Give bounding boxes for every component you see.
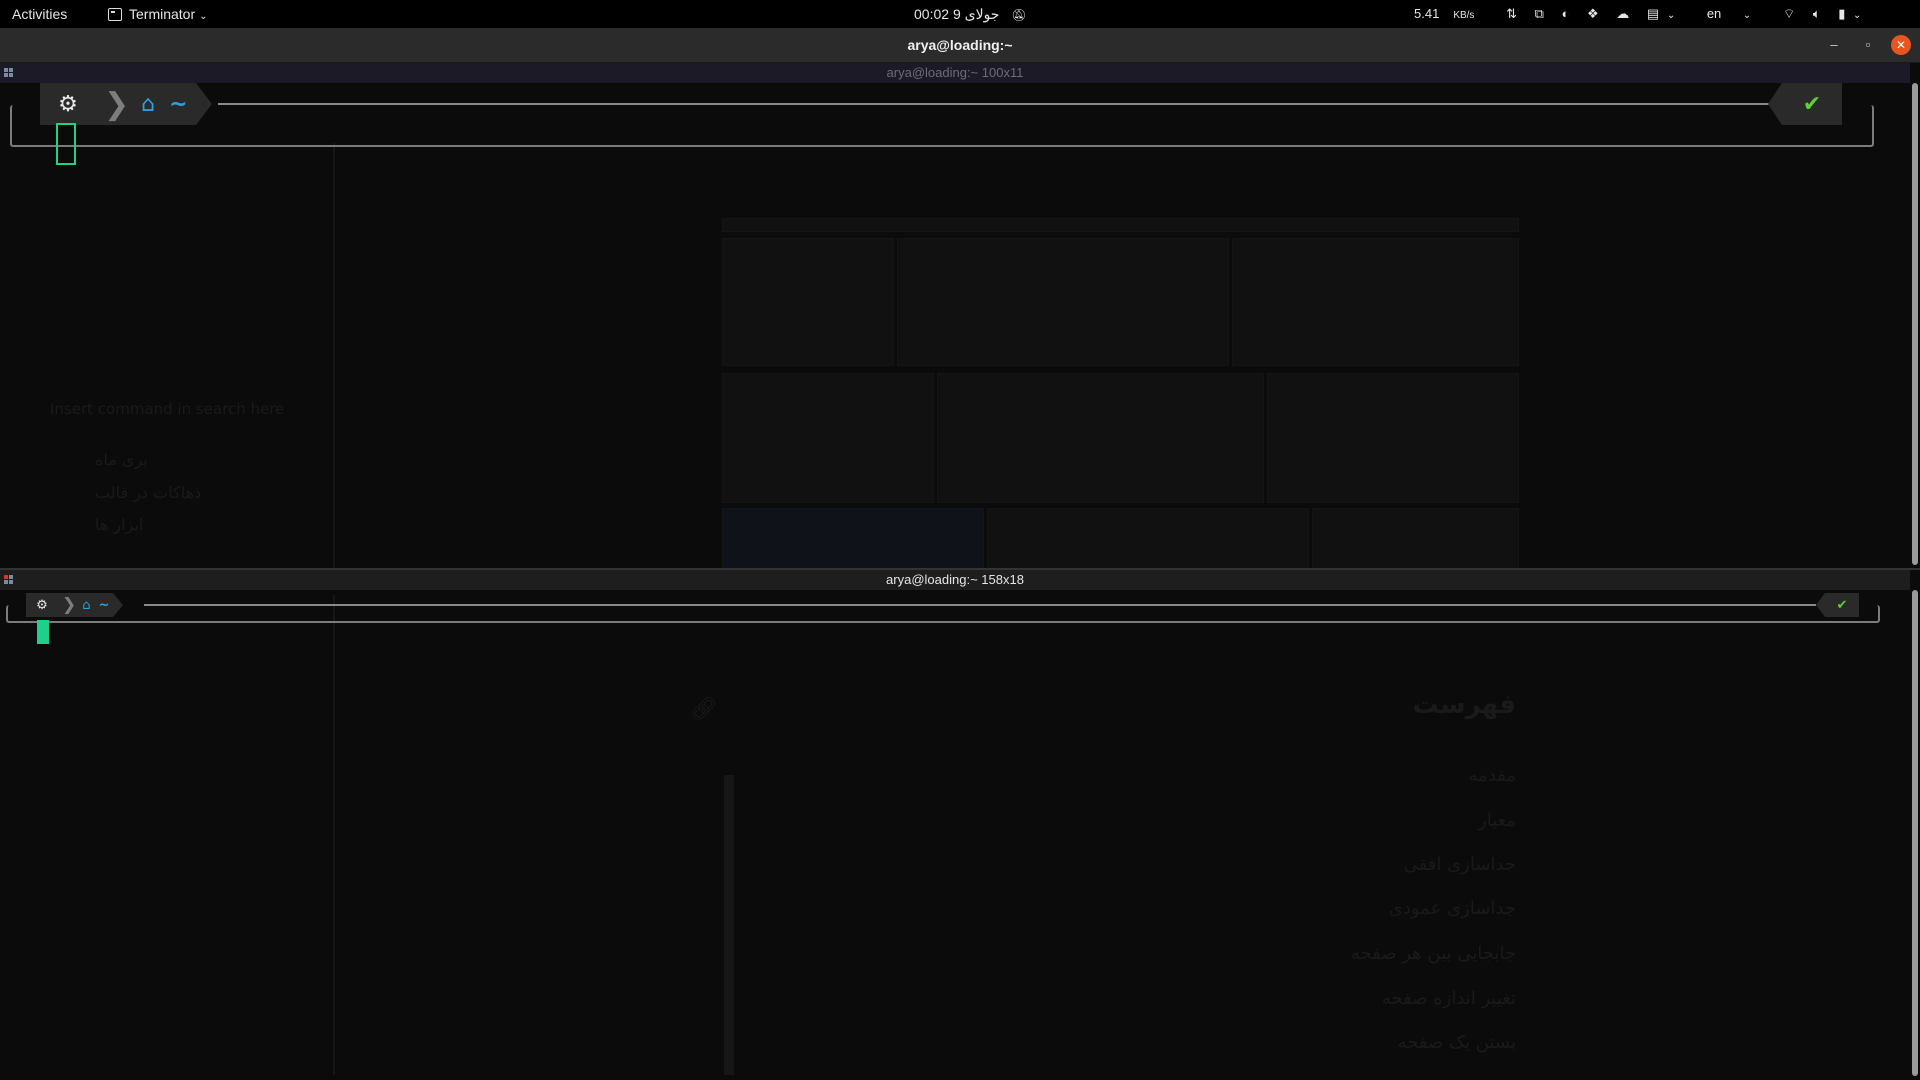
volume-icon[interactable]: 🔈︎	[1813, 0, 1821, 28]
chevron-down-icon: ⌄	[1742, 10, 1752, 21]
net-speed-unit: KB/s	[1453, 10, 1475, 21]
pane-grip-icon[interactable]	[4, 575, 14, 585]
maximize-button[interactable]: ▫	[1858, 35, 1878, 55]
ghost-search-hint: Insert command in search here	[50, 400, 285, 418]
ghost-toc-title: فهرست	[1412, 690, 1516, 720]
text-cursor	[37, 620, 49, 644]
ghost-divider	[333, 595, 335, 1075]
home-icon: ⌂	[141, 91, 156, 117]
ghost-block	[987, 508, 1309, 569]
prompt-dir: ~	[169, 91, 188, 117]
ghost-block	[722, 508, 984, 569]
ghost-toc-item: مقدمه	[1468, 765, 1517, 786]
night-light-icon[interactable]: ◐	[1562, 0, 1570, 28]
app-menu[interactable]: Terminator ⌄	[108, 0, 208, 28]
ghost-toc-item: معیار	[1478, 810, 1516, 831]
prompt-dir-segment: ❯ ⌂ ~	[96, 83, 196, 125]
separator-icon: ❯	[62, 595, 77, 615]
net-speed-value: 5.41	[1414, 6, 1440, 21]
pane-titlebar[interactable]: arya@loading:~ 100x11	[0, 63, 1910, 83]
pane-grip-icon[interactable]	[4, 68, 14, 78]
prompt-frame	[6, 605, 1880, 623]
ghost-block	[722, 373, 934, 503]
prompt-dir: ~	[98, 597, 110, 613]
scrollbar[interactable]	[1912, 83, 1918, 565]
pane-title: arya@loading:~ 158x18	[886, 572, 1024, 587]
system-tray: 5.41 KB/s ⇅ ⧉ ◐ ❖ ☁ ▤ ⌄ en ⌄ ⌔ 🔈︎ ▮ ⌄	[1414, 0, 1889, 28]
clock-label: 00:02 جولای 9	[914, 6, 1000, 22]
ghost-menu-item: ابزار ها	[95, 515, 144, 534]
copy-icon[interactable]: ⧉	[1535, 0, 1544, 28]
minimize-button[interactable]: –	[1824, 35, 1844, 55]
ghost-divider	[724, 775, 734, 1075]
activities-button[interactable]: Activities	[12, 0, 67, 28]
battery-icon[interactable]: ▮ ⌄	[1838, 0, 1875, 30]
ghost-toc-item: بستن یک صفحه	[1397, 1032, 1516, 1053]
prompt-arrow	[113, 593, 124, 617]
ghost-toc-item: جابجایی بین هر صفحه	[1350, 943, 1516, 964]
ghost-menu-item: پری ماه	[95, 450, 148, 469]
close-button[interactable]: ✕	[1891, 35, 1911, 55]
status-ok-icon: ✔	[1782, 83, 1842, 125]
ghost-block	[897, 238, 1229, 366]
terminal-pane-bottom[interactable]: arya@loading:~ 158x18 🔗︎ فهرست مقدمه معی…	[0, 570, 1920, 1080]
pane-titlebar[interactable]: arya@loading:~ 158x18	[0, 570, 1910, 590]
status-arrow	[1816, 593, 1825, 617]
ghost-toc-item: جداسازی افقی	[1403, 854, 1516, 875]
language-label: en	[1706, 6, 1722, 21]
wifi-icon[interactable]: ⌔	[1783, 0, 1795, 28]
window-title: arya@loading:~	[907, 37, 1013, 53]
scrollbar[interactable]	[1912, 590, 1918, 1076]
cloud-icon[interactable]: ☁	[1616, 0, 1629, 28]
net-speed: 5.41 KB/s	[1414, 0, 1488, 30]
os-logo-icon: ⚙	[26, 593, 58, 617]
usb-icon[interactable]: ⇅	[1506, 0, 1517, 28]
ghost-block	[1232, 238, 1519, 366]
window-titlebar[interactable]: arya@loading:~ – ▫ ✕	[0, 28, 1920, 63]
prompt-arrow	[195, 83, 212, 125]
ghost-toc-item: تغییر اندازه صفحه	[1381, 988, 1516, 1009]
prompt-frame	[10, 105, 1874, 147]
language-selector[interactable]: en ⌄	[1707, 0, 1765, 30]
chevron-down-icon: ⌄	[199, 11, 208, 22]
clipboard-icon[interactable]: ▤ ⌄	[1647, 0, 1689, 30]
terminal-pane-top[interactable]: arya@loading:~ 100x11 Insert command in …	[0, 63, 1920, 569]
text-cursor	[56, 123, 76, 165]
ghost-menu-item: ذهاکات‌ در قالب	[95, 483, 202, 502]
ghost-block	[1267, 373, 1519, 503]
prompt-segments: ⚙ ❯ ⌂ ~	[40, 83, 212, 125]
ghost-toc-item: جداسازی عمودی	[1388, 898, 1516, 919]
ghost-block	[1312, 508, 1519, 569]
prompt-segments: ⚙ ❯ ⌂ ~	[26, 593, 124, 617]
separator-icon: ❯	[104, 86, 130, 122]
terminal-icon	[108, 8, 122, 21]
ghost-block	[937, 373, 1264, 503]
ghost-block	[722, 238, 894, 366]
prompt-dir-segment: ❯ ⌂ ~	[58, 593, 114, 617]
clock[interactable]: 00:02 جولای 9 🔕︎	[914, 0, 1027, 28]
top-bar: Activities Terminator ⌄ 00:02 جولای 9 🔕︎ …	[0, 0, 1920, 28]
os-logo-icon: ⚙	[40, 83, 96, 125]
status-ok-icon: ✔	[1825, 593, 1859, 617]
pane-title: arya@loading:~ 100x11	[886, 65, 1024, 80]
bell-off-icon: 🔕︎	[1011, 8, 1027, 22]
home-icon: ⌂	[82, 597, 91, 613]
dropbox-icon[interactable]: ❖	[1587, 0, 1599, 28]
ghost-link-icon: 🔗︎	[690, 697, 718, 722]
app-menu-label: Terminator	[129, 6, 196, 22]
ghost-divider	[333, 143, 335, 569]
ghost-block	[722, 218, 1519, 232]
prompt-rule	[144, 604, 1816, 606]
status-arrow	[1768, 83, 1782, 125]
prompt-rule	[218, 103, 1770, 105]
